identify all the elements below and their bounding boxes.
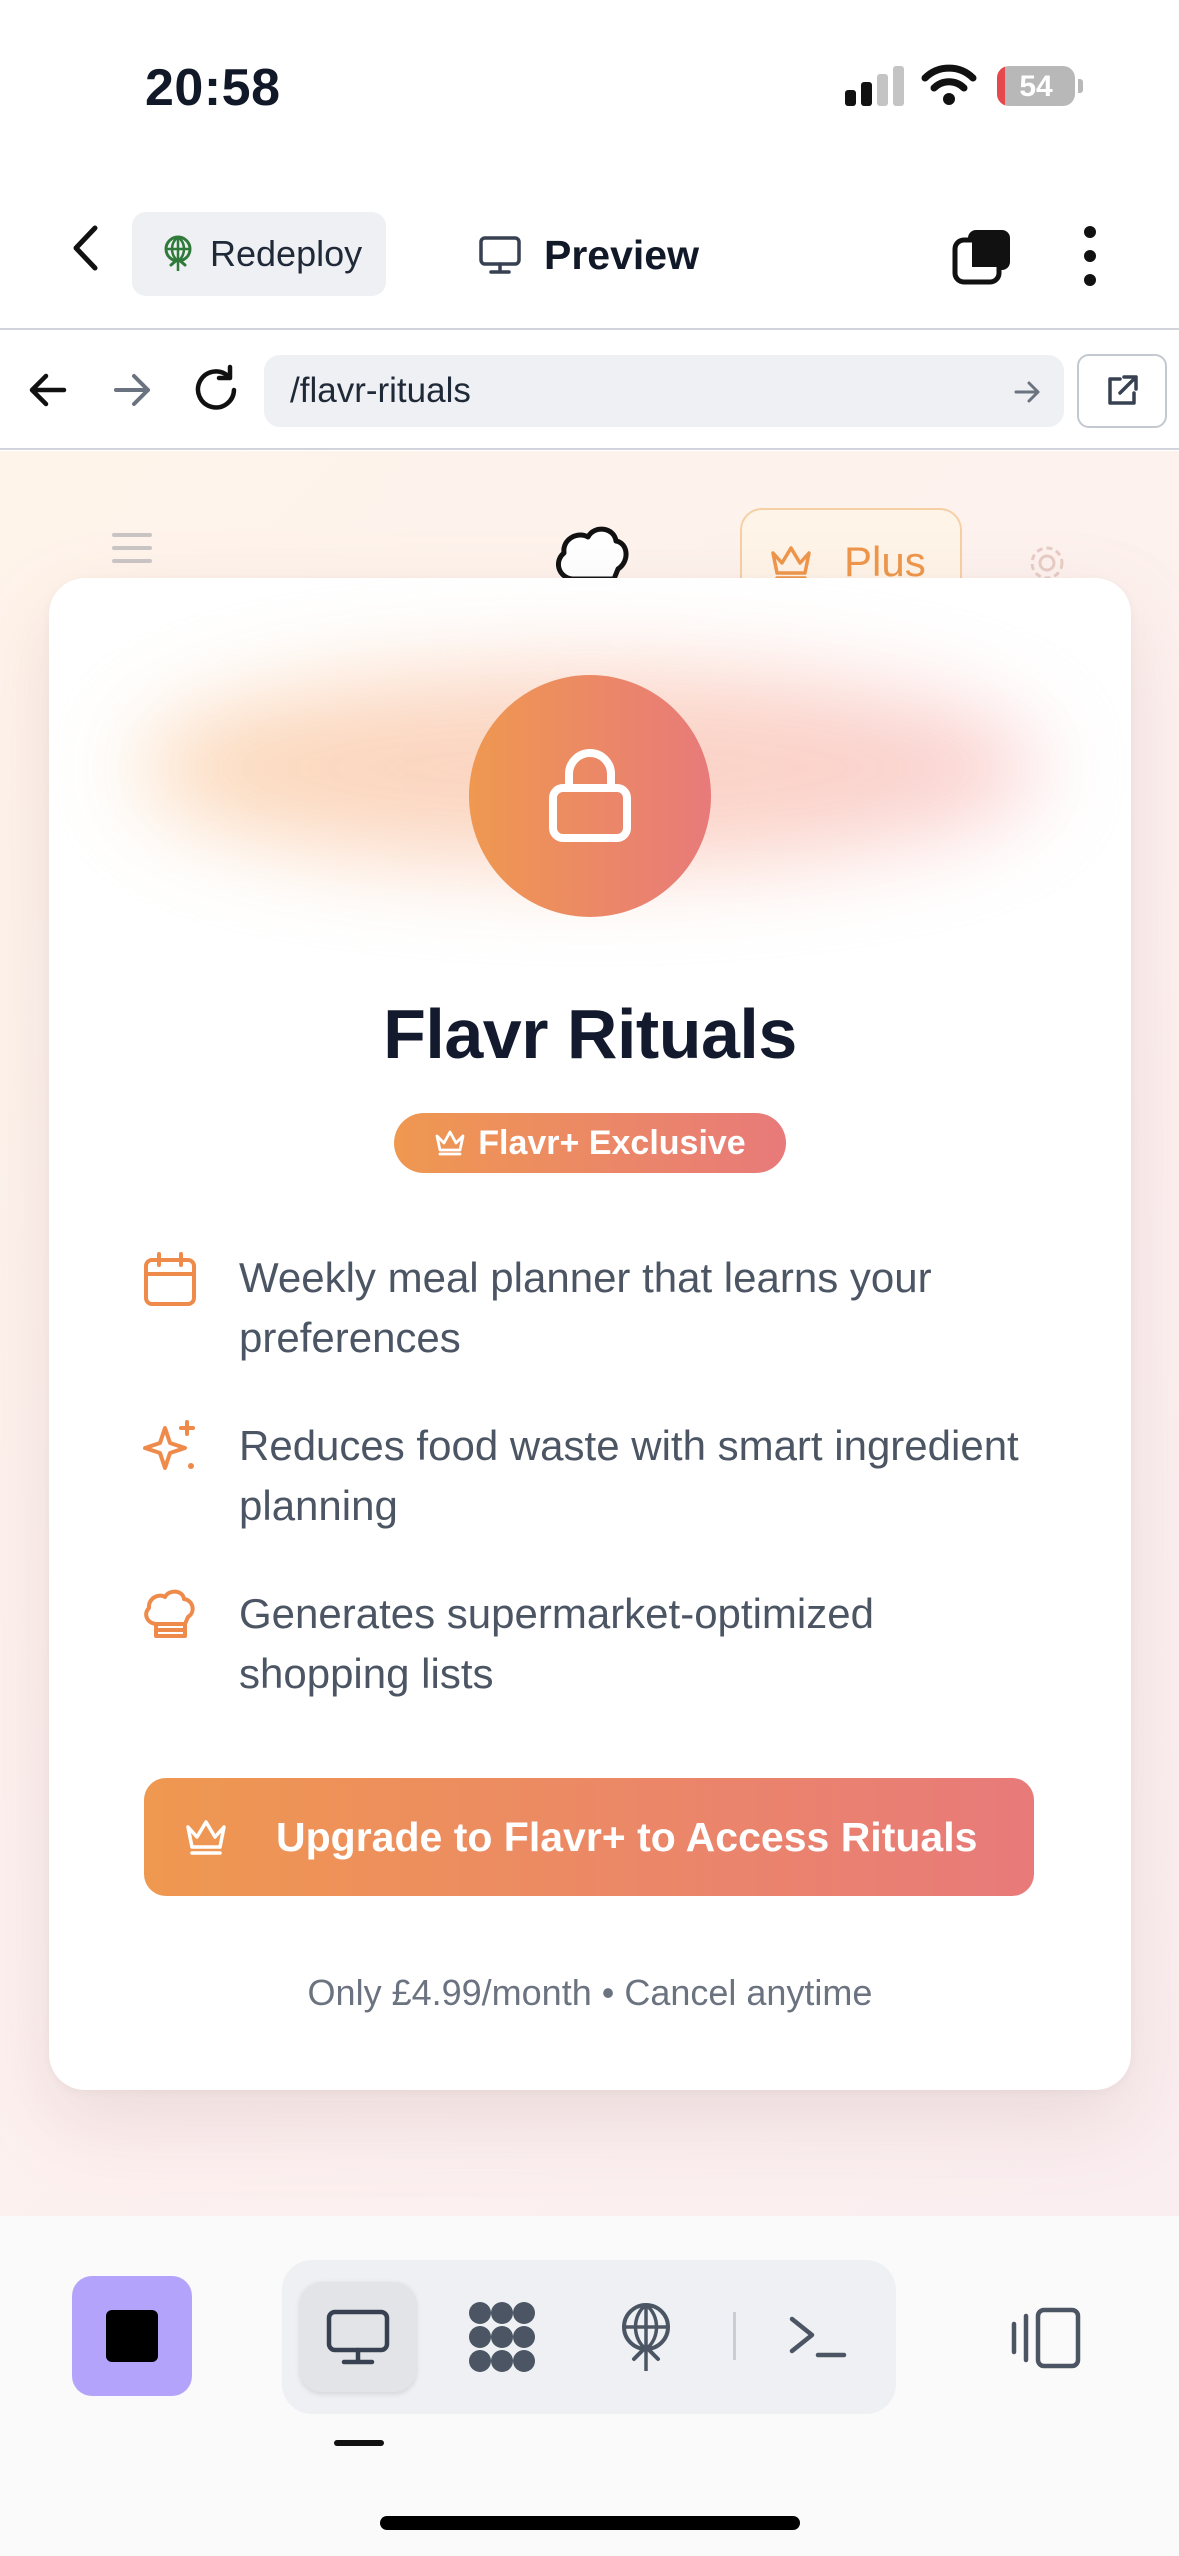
stop-icon	[106, 2310, 158, 2362]
deploy-icon	[164, 235, 192, 271]
paywall-card: Flavr Rituals Flavr+ Exclusive Weekly me…	[49, 578, 1131, 2090]
chef-hat-icon	[144, 1589, 195, 1638]
reload-icon[interactable]	[188, 362, 244, 418]
battery-level: 54	[1019, 70, 1053, 103]
upgrade-label: Upgrade to Flavr+ to Access Rituals	[276, 1813, 978, 1860]
crown-icon	[435, 1130, 465, 1156]
tab-terminal[interactable]	[760, 2282, 876, 2392]
external-link-icon	[1108, 375, 1138, 405]
menu-icon[interactable]	[112, 531, 152, 565]
wifi-icon	[921, 64, 977, 105]
arrow-right-icon[interactable]	[104, 362, 160, 418]
terminal-icon	[789, 2316, 847, 2358]
redeploy-button[interactable]: Redeploy	[132, 212, 386, 296]
exclusive-badge-label: Flavr+ Exclusive	[478, 1123, 746, 1162]
monitor-icon	[479, 236, 521, 274]
active-tab-indicator	[334, 2440, 384, 2446]
monitor-icon	[326, 2309, 390, 2365]
sparkles-icon	[143, 1420, 195, 1470]
preview-label: Preview	[544, 231, 699, 278]
view-switcher	[282, 2260, 896, 2414]
redeploy-label: Redeploy	[210, 233, 363, 274]
tab-deploy[interactable]	[588, 2282, 704, 2392]
dots-grid-icon	[469, 2302, 535, 2372]
home-indicator	[380, 2516, 800, 2530]
lock-icon	[549, 749, 631, 842]
feature-item: Generates supermarket-optimized shopping…	[141, 1584, 1061, 1704]
tab-workflow[interactable]	[444, 2282, 560, 2392]
open-external-button[interactable]	[1077, 354, 1167, 428]
panel-toggle-icon[interactable]	[1010, 2306, 1082, 2370]
feature-item: Weekly meal planner that learns your pre…	[141, 1248, 1061, 1368]
battery-icon: 54	[997, 66, 1075, 106]
upgrade-button[interactable]: Upgrade to Flavr+ to Access Rituals	[144, 1778, 1034, 1896]
feature-text: Weekly meal planner that learns your pre…	[239, 1254, 932, 1361]
stop-button[interactable]	[72, 2276, 192, 2396]
status-bar: 20:58 54	[0, 0, 1179, 170]
crown-icon	[771, 546, 811, 580]
toolbar-divider	[733, 2312, 736, 2360]
preview-page: Plus Flavr Rituals Flavr+ Exclusive Week…	[0, 451, 1179, 2216]
url-text: /flavr-rituals	[290, 371, 471, 410]
lock-badge	[469, 675, 711, 917]
preview-tab[interactable]: Preview	[478, 222, 699, 288]
paywall-title: Flavr Rituals	[383, 995, 797, 1073]
exclusive-badge: Flavr+ Exclusive	[394, 1113, 786, 1173]
arrow-left-icon[interactable]	[20, 362, 76, 418]
tab-preview[interactable]	[300, 2282, 416, 2392]
signal-icon	[845, 66, 905, 106]
calendar-icon	[144, 1252, 196, 1306]
more-vertical-icon[interactable]	[1070, 224, 1110, 288]
price-note: Only £4.99/month • Cancel anytime	[307, 1972, 873, 2013]
back-chevron-icon[interactable]	[62, 220, 112, 276]
deploy-icon	[622, 2303, 670, 2371]
url-field[interactable]: /flavr-rituals	[264, 355, 1064, 427]
app-header: Redeploy Preview	[0, 170, 1179, 330]
crown-icon	[186, 1820, 226, 1855]
feature-item: Reduces food waste with smart ingredient…	[141, 1416, 1061, 1536]
go-arrow-icon[interactable]	[1010, 375, 1044, 409]
status-time: 20:58	[145, 59, 281, 117]
battery-tip	[1078, 79, 1083, 93]
windows-icon[interactable]	[950, 226, 1016, 288]
feature-text: Generates supermarket-optimized shopping…	[239, 1590, 874, 1697]
bottom-toolbar	[0, 2216, 1179, 2556]
browser-bar: /flavr-rituals	[0, 332, 1179, 450]
feature-text: Reduces food waste with smart ingredient…	[239, 1422, 1019, 1529]
